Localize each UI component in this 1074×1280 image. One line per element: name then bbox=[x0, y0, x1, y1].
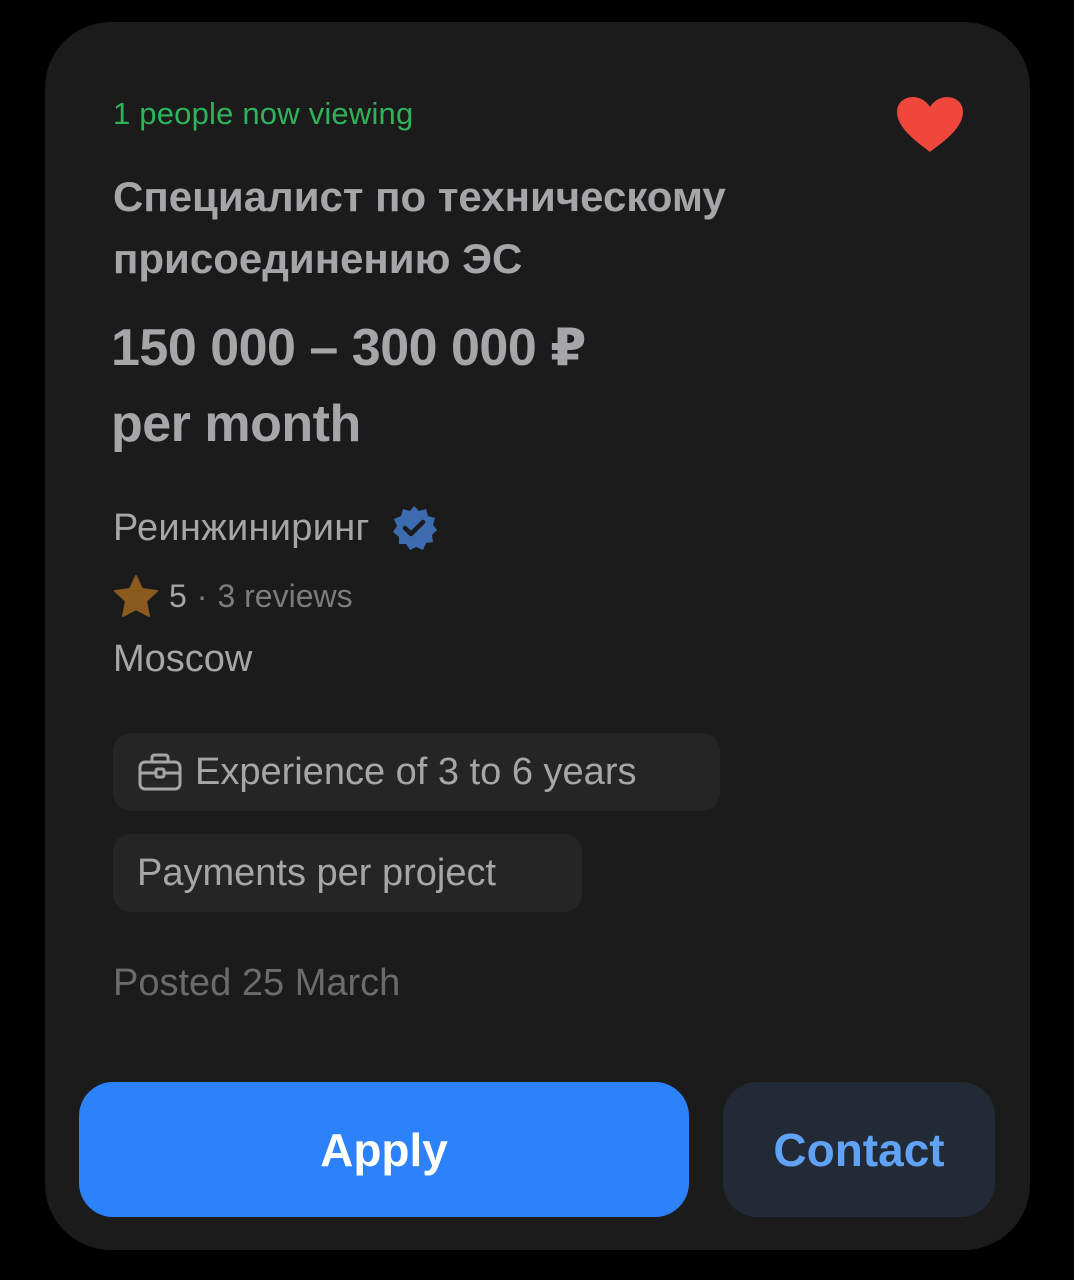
viewers-count: 1 people now viewing bbox=[113, 96, 414, 131]
vacancy-title[interactable]: Специалист по техническому присоединению… bbox=[113, 166, 933, 290]
salary-period: per month bbox=[111, 395, 361, 453]
salary-range: 150 000 – 300 000 ₽ bbox=[111, 319, 586, 377]
experience-text: Experience of 3 to 6 years bbox=[195, 750, 637, 793]
star-icon bbox=[114, 575, 158, 617]
heart-icon bbox=[897, 97, 963, 152]
rating-row[interactable]: 5 · 3 reviews bbox=[113, 574, 353, 618]
salary: 150 000 – 300 000 ₽ per month bbox=[111, 310, 931, 462]
experience-tag: Experience of 3 to 6 years bbox=[113, 733, 720, 811]
favorite-button[interactable] bbox=[893, 94, 967, 154]
apply-button[interactable]: Apply bbox=[79, 1082, 689, 1217]
contact-button[interactable]: Contact bbox=[723, 1082, 995, 1217]
rating-value: 5 bbox=[169, 577, 187, 614]
briefcase-icon bbox=[138, 753, 182, 791]
reviews-count[interactable]: 3 reviews bbox=[217, 578, 352, 615]
vacancy-card[interactable]: 1 people now viewing Специалист по техни… bbox=[45, 22, 1030, 1250]
verified-badge-icon bbox=[392, 506, 437, 550]
location: Moscow bbox=[113, 638, 253, 680]
company-row[interactable]: Реинжиниринг bbox=[113, 504, 438, 552]
posted-date: Posted 25 March bbox=[113, 962, 401, 1004]
payment-tag: Payments per project bbox=[113, 834, 582, 912]
rating-separator: · bbox=[196, 577, 208, 614]
payment-text: Payments per project bbox=[137, 851, 497, 894]
company-name[interactable]: Реинжиниринг bbox=[113, 507, 370, 550]
